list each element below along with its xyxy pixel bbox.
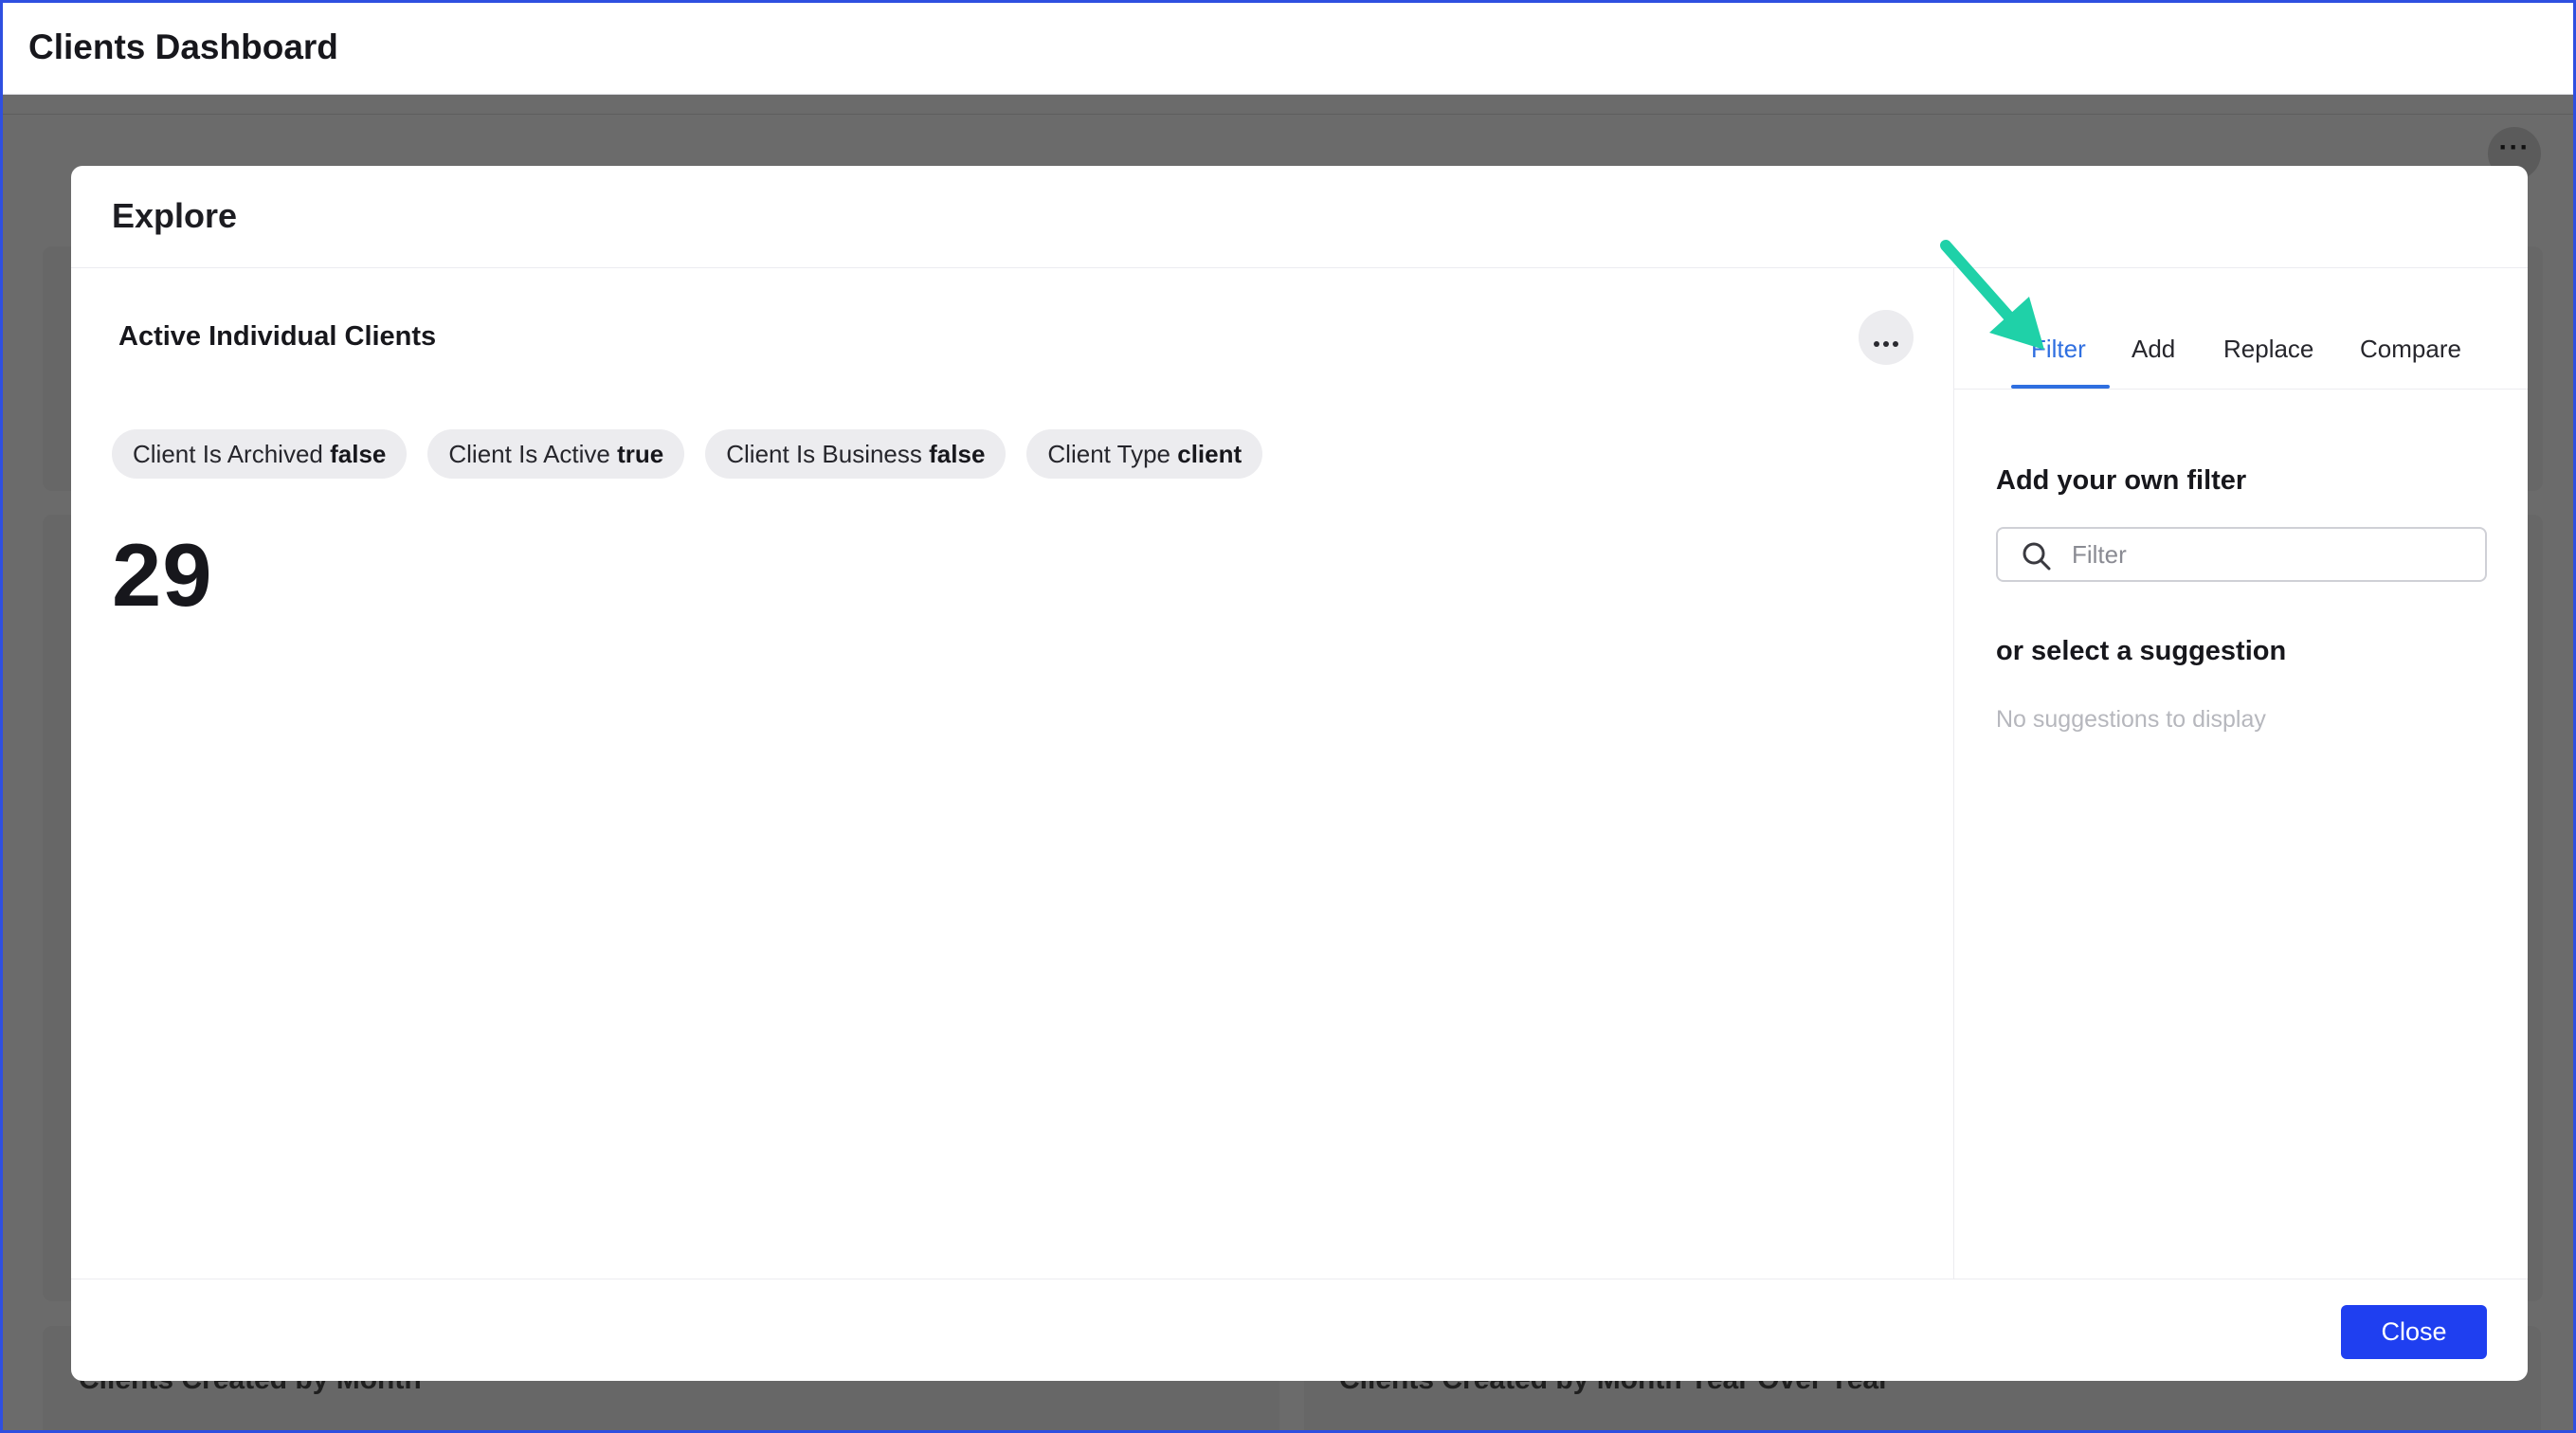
background-divider	[3, 114, 2573, 115]
modal-title: Explore	[112, 196, 238, 235]
more-horizontal-icon	[1872, 335, 1900, 352]
filter-chip[interactable]: Client Type client	[1026, 429, 1263, 479]
screenshot-frame: Clients Dashboard Clients Created by Mon…	[0, 0, 2576, 1433]
card-title: Active Individual Clients	[118, 321, 437, 352]
tab-compare[interactable]: Compare	[2360, 335, 2461, 364]
filter-chip[interactable]: Client Is Business false	[705, 429, 1007, 479]
app-title: Clients Dashboard	[28, 27, 338, 66]
chip-value: false	[929, 440, 986, 468]
pointer-arrow-icon	[1940, 240, 2044, 350]
filter-chip[interactable]: Client Is Active true	[427, 429, 685, 479]
metric-value: 29	[112, 525, 213, 625]
chip-value: client	[1177, 440, 1243, 468]
modal-footer: Close	[71, 1279, 2528, 1381]
chip-label: Client Is Business	[726, 440, 922, 468]
filter-search-field[interactable]	[1996, 527, 2487, 582]
chip-label: Client Type	[1047, 440, 1170, 468]
chip-label: Client Is Archived	[133, 440, 323, 468]
filter-input[interactable]	[2072, 536, 2470, 572]
modal-header: Explore	[71, 166, 2528, 268]
card-more-button[interactable]	[1859, 310, 1914, 365]
suggestion-heading: or select a suggestion	[1996, 636, 2287, 666]
chip-value: true	[617, 440, 664, 468]
app-header: Clients Dashboard	[3, 3, 2573, 95]
active-tab-indicator	[2011, 385, 2110, 389]
explore-card-pane: Active Individual Clients Client Is Arch…	[71, 268, 1953, 1279]
search-icon	[2023, 542, 2051, 571]
empty-suggestions-text: No suggestions to display	[1996, 706, 2266, 733]
tab-replace[interactable]: Replace	[2223, 335, 2313, 364]
chip-value: false	[330, 440, 387, 468]
filter-heading: Add your own filter	[1996, 465, 2247, 496]
chip-label: Client Is Active	[448, 440, 610, 468]
explore-side-panel: Filter Add Replace Compare Add your own …	[1953, 268, 2528, 1279]
filter-chip-list: Client Is Archived false Client Is Activ…	[112, 429, 1283, 479]
explore-modal: Explore Active Individual Clients Client…	[71, 166, 2528, 1381]
tab-add[interactable]: Add	[2132, 335, 2175, 364]
close-button[interactable]: Close	[2341, 1305, 2487, 1359]
filter-chip[interactable]: Client Is Archived false	[112, 429, 408, 479]
